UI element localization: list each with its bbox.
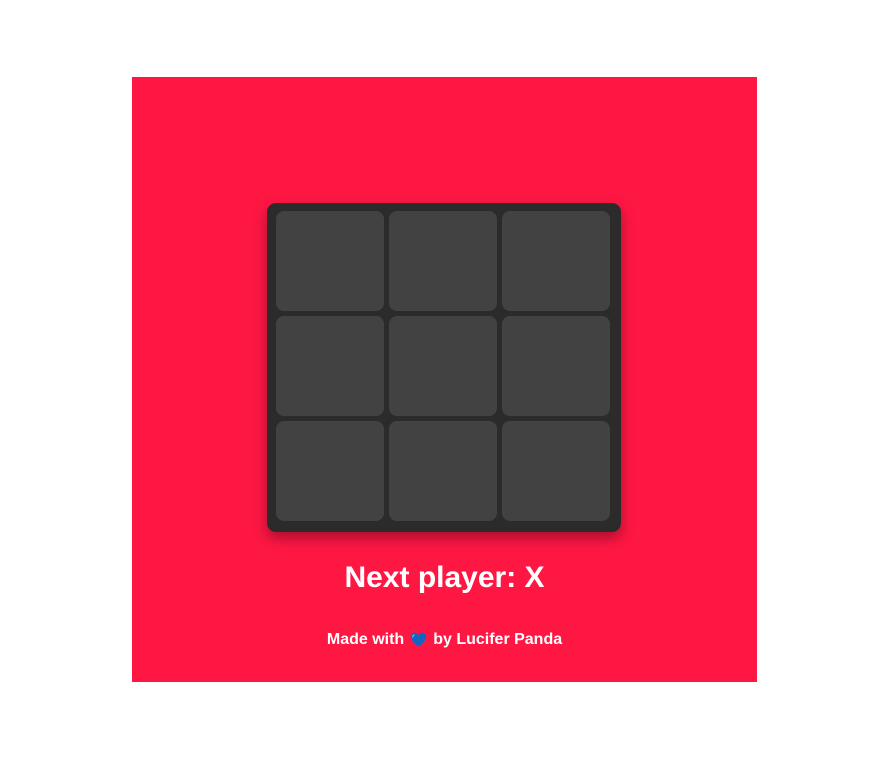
- footer-prefix: Made with: [326, 631, 405, 648]
- footer-credit: Made with by Lucifer Panda: [132, 630, 757, 653]
- game-container: Next player: X Made with by Lucifer Panda: [132, 77, 757, 682]
- game-status: Next player: X: [344, 561, 545, 594]
- game-board: [267, 203, 621, 532]
- board-cell-8[interactable]: [389, 421, 497, 521]
- board-cell-2[interactable]: [389, 211, 497, 311]
- blue-heart-icon: [410, 632, 427, 653]
- board-cell-3[interactable]: [502, 211, 610, 311]
- board-cell-6[interactable]: [502, 316, 610, 416]
- board-cell-7[interactable]: [276, 421, 384, 521]
- board-cell-1[interactable]: [276, 211, 384, 311]
- board-cell-9[interactable]: [502, 421, 610, 521]
- board-cell-4[interactable]: [276, 316, 384, 416]
- board-cell-5[interactable]: [389, 316, 497, 416]
- footer-suffix: by Lucifer Panda: [433, 631, 563, 648]
